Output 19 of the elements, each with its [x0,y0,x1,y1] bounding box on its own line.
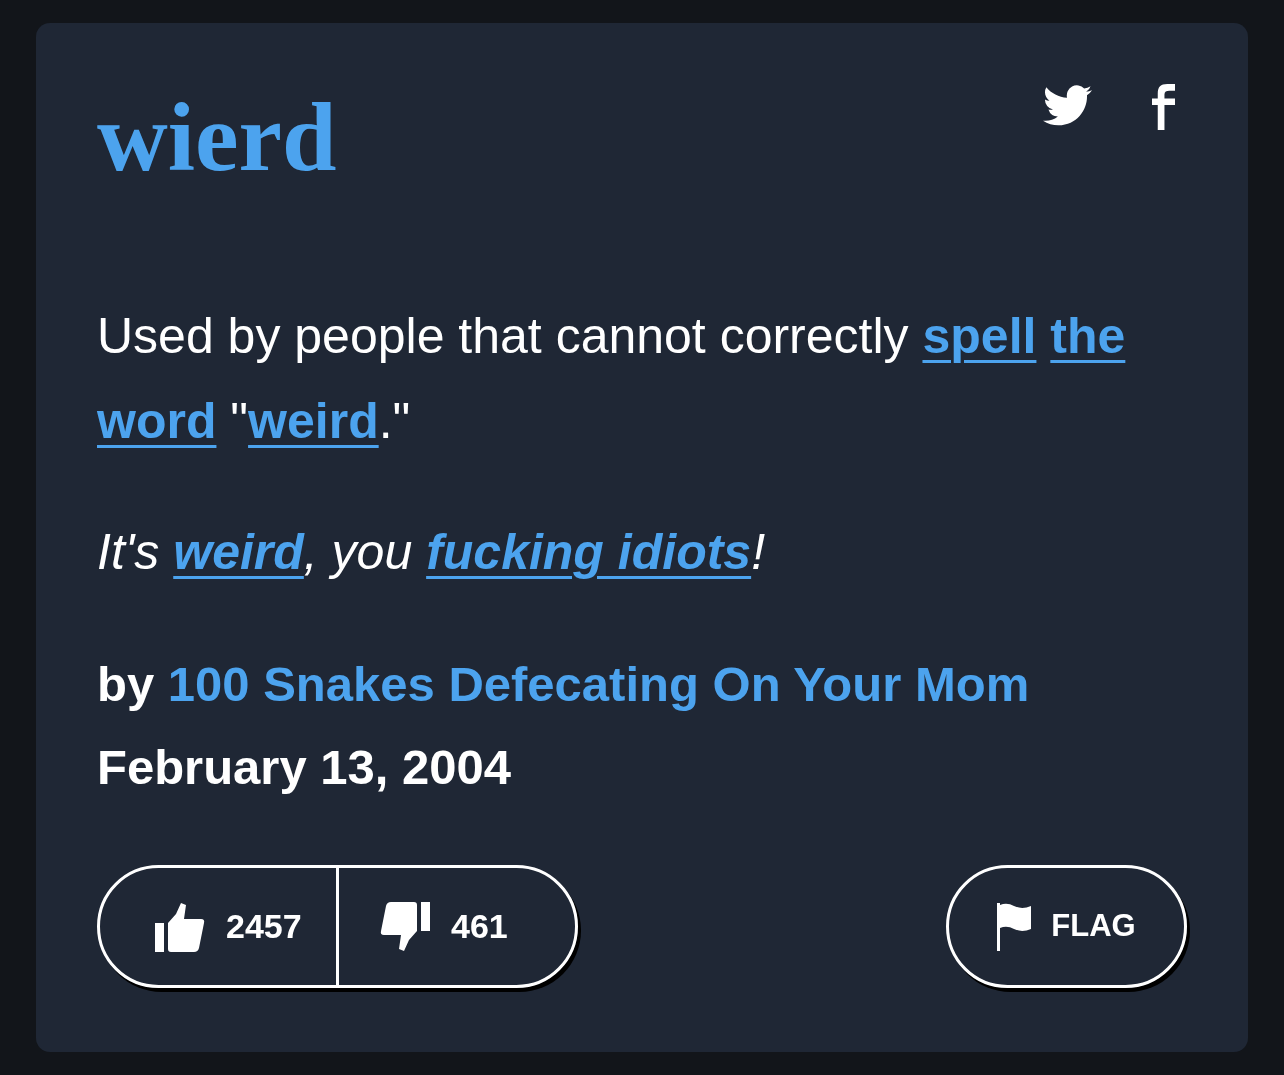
upvote-button[interactable]: 2457 [100,868,336,985]
twitter-bird-icon[interactable] [1043,85,1092,126]
author-link[interactable]: 100 Snakes Defecating On Your Mom [167,657,1030,711]
definition-text: Used by people that cannot correctly spell the word "weird." [97,307,1127,451]
author-line: by 100 Snakes Defecating On Your Mom [97,656,1031,713]
definition-link[interactable]: spell [922,308,1037,364]
thumbs-down-icon [380,901,430,952]
definition-link[interactable]: the [1050,308,1126,364]
downvote-button[interactable]: 461 [339,868,575,985]
flag-icon [997,902,1032,951]
example-text: It's weird, you fucking idiots! [97,523,767,582]
definition-link[interactable]: weird [248,393,379,449]
definition-link[interactable]: word [97,393,217,449]
entry-word[interactable]: wierd [97,88,337,186]
example-link[interactable]: weird [173,524,304,580]
post-date: February 13, 2004 [97,739,513,796]
example-link[interactable]: fucking idiots [426,524,752,580]
thumbs-up-icon [155,901,205,952]
facebook-f-icon[interactable] [1152,83,1175,131]
